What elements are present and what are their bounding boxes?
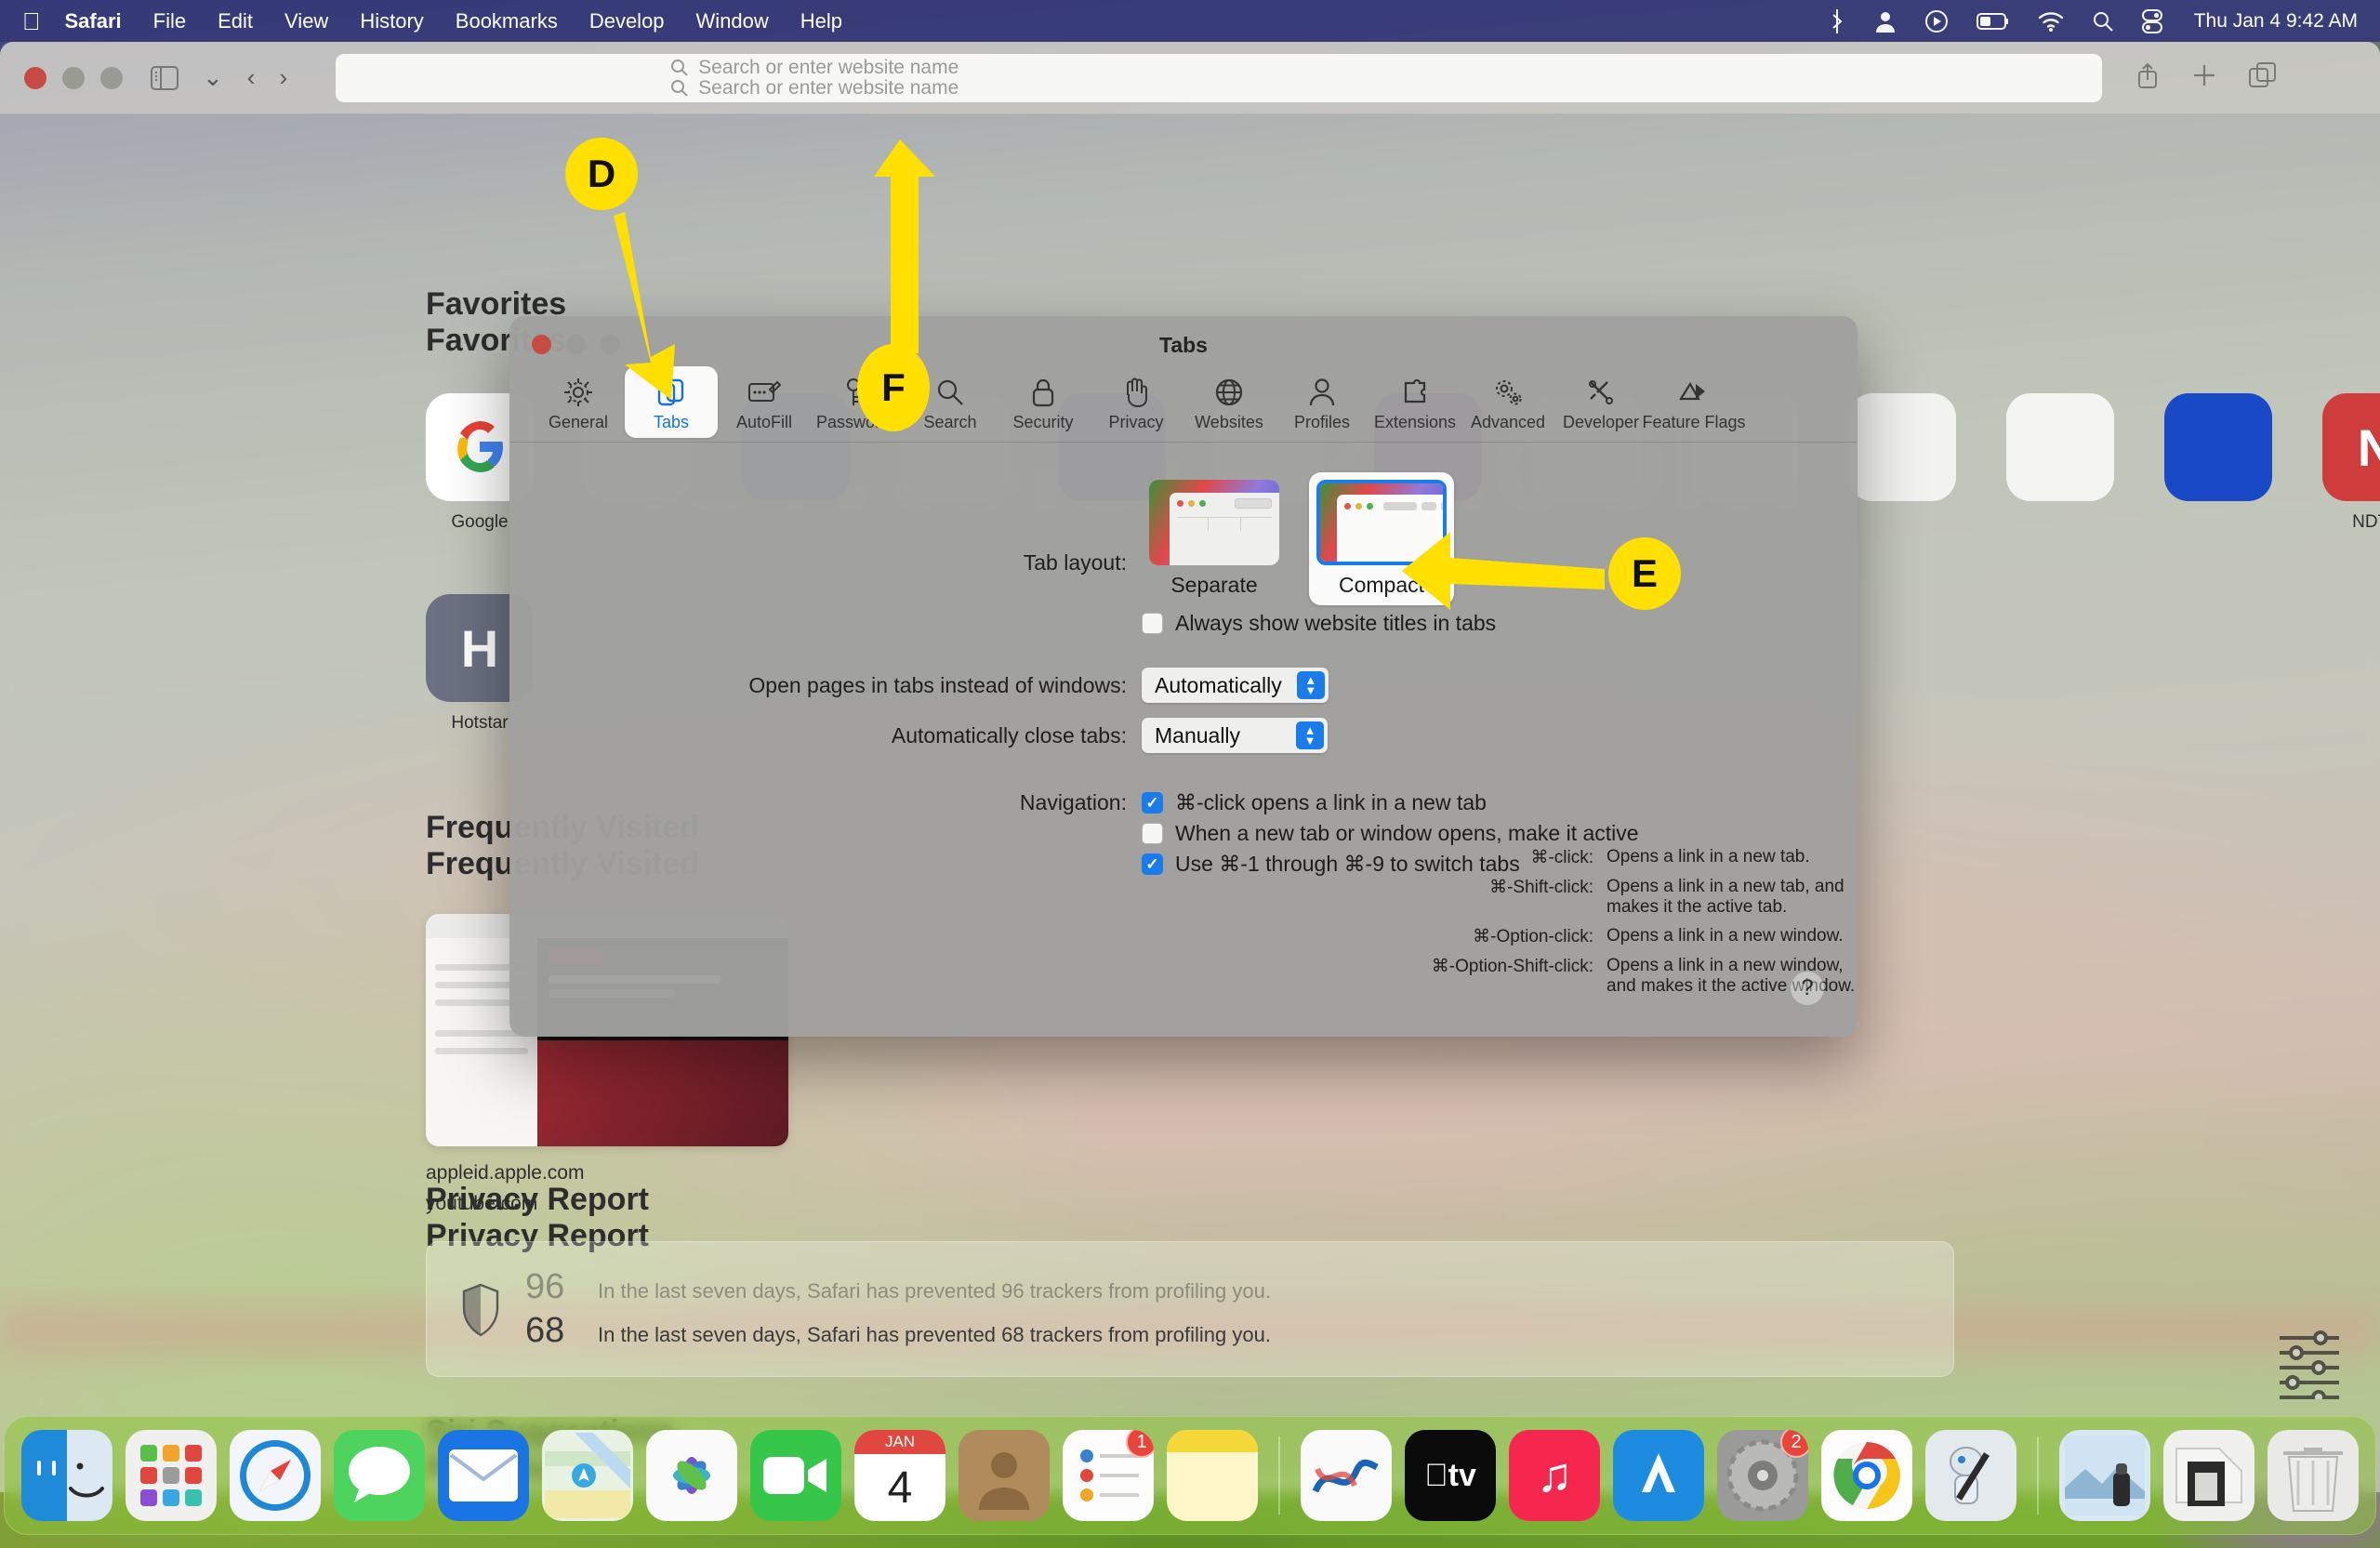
callout-badge-d: D [565,138,638,210]
callout-arrows [614,139,1605,610]
callout-badge-f: F [857,344,930,431]
callout-badge-e: E [1608,537,1681,610]
